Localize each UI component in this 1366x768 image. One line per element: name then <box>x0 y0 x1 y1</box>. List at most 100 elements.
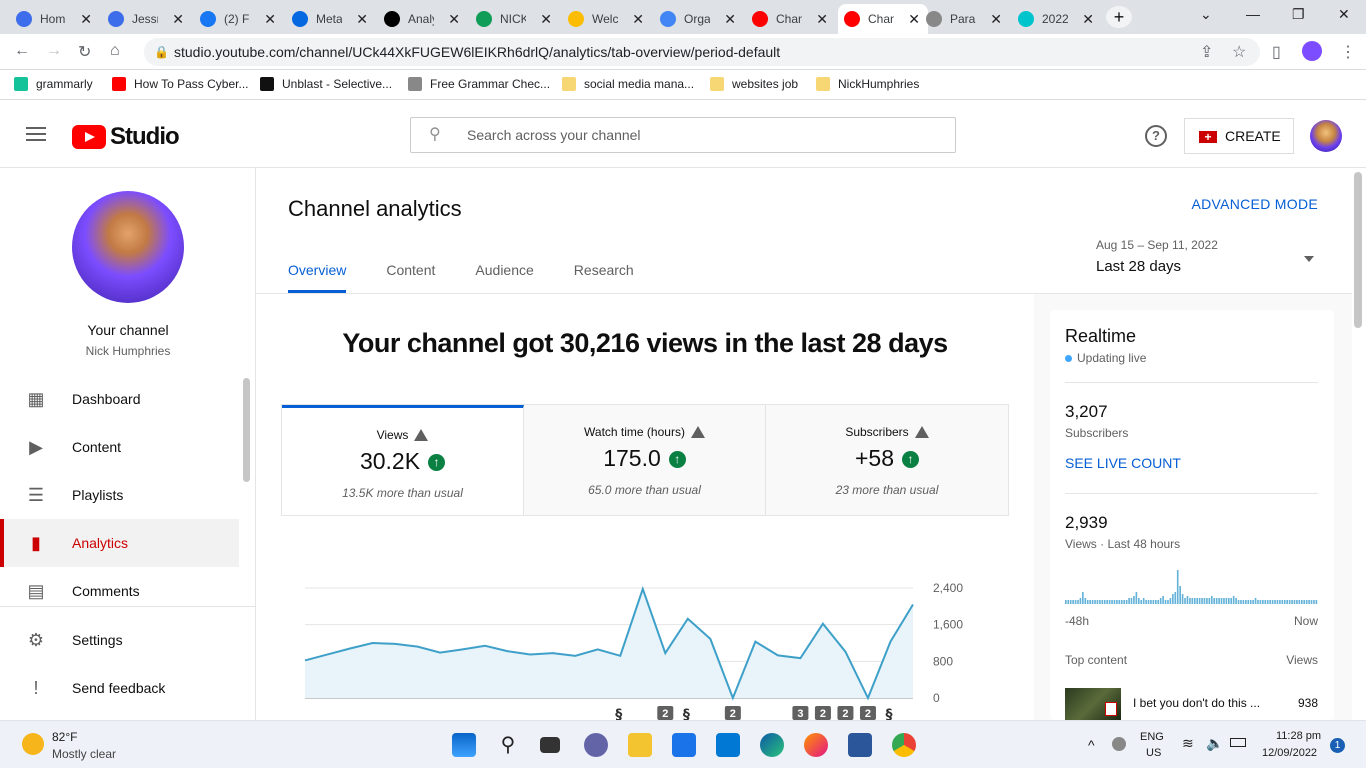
browser-tab[interactable]: Parap ✕ <box>920 4 1010 34</box>
sidebar-item-send-feedback[interactable]: ! Send feedback <box>0 664 239 712</box>
search-icon[interactable]: ⚲ <box>496 733 520 757</box>
word-icon[interactable] <box>848 733 872 757</box>
start-icon[interactable] <box>452 733 476 757</box>
firefox-icon[interactable] <box>804 733 828 757</box>
profile-avatar[interactable] <box>1302 41 1322 61</box>
realtime-bar[interactable] <box>1169 598 1172 604</box>
realtime-bar[interactable] <box>1305 600 1308 604</box>
tab-audience[interactable]: Audience <box>475 262 533 293</box>
sidebar-item-content[interactable]: ▶ Content <box>0 423 239 471</box>
realtime-bar[interactable] <box>1232 596 1235 604</box>
realtime-bar[interactable] <box>1315 600 1318 604</box>
realtime-bar[interactable] <box>1298 600 1301 604</box>
notification-badge[interactable]: 1 <box>1330 738 1345 753</box>
clock-date[interactable]: 12/09/2022 <box>1262 747 1317 759</box>
bookmark-item[interactable]: websites job <box>710 77 798 91</box>
clock-time[interactable]: 11:28 pm <box>1276 730 1321 742</box>
realtime-bar[interactable] <box>1252 600 1254 604</box>
channel-avatar[interactable] <box>72 191 184 303</box>
sidebar-item-settings[interactable]: ⚙ Settings <box>0 616 239 664</box>
realtime-bar[interactable] <box>1116 600 1118 604</box>
warning-icon[interactable] <box>690 426 705 438</box>
browser-tab[interactable]: Meta ✕ <box>286 4 376 34</box>
chevron-down-icon[interactable] <box>1304 256 1314 262</box>
browser-tab[interactable]: Orga ✕ <box>654 4 744 34</box>
new-tab-button[interactable]: + <box>1106 6 1132 28</box>
sidebar-item-dashboard[interactable]: ▦ Dashboard <box>0 375 239 423</box>
back-icon[interactable]: ← <box>14 42 30 60</box>
close-window-button[interactable]: ✕ <box>1338 6 1350 23</box>
realtime-bar[interactable] <box>1077 600 1079 604</box>
region[interactable]: US <box>1146 747 1161 759</box>
tab-content[interactable]: Content <box>386 262 435 293</box>
realtime-bar[interactable] <box>1133 596 1135 604</box>
realtime-bar[interactable] <box>1225 598 1228 604</box>
realtime-bar[interactable] <box>1072 600 1074 604</box>
realtime-bar[interactable] <box>1215 598 1218 604</box>
realtime-bar[interactable] <box>1237 600 1240 604</box>
realtime-bar[interactable] <box>1313 600 1315 604</box>
realtime-bar[interactable] <box>1210 596 1213 604</box>
store-icon[interactable] <box>716 733 740 757</box>
realtime-bar[interactable] <box>1162 596 1164 604</box>
realtime-bar[interactable] <box>1193 598 1196 604</box>
realtime-bar[interactable] <box>1118 600 1121 604</box>
bookmark-item[interactable]: Free Grammar Chec... <box>408 77 550 91</box>
close-tab-icon[interactable]: ✕ <box>990 11 1002 28</box>
realtime-bar[interactable] <box>1235 598 1237 604</box>
language[interactable]: ENG <box>1140 731 1164 743</box>
realtime-bar[interactable] <box>1218 598 1220 604</box>
realtime-bar[interactable] <box>1123 600 1126 604</box>
realtime-bar[interactable] <box>1125 600 1128 604</box>
top-video-title[interactable]: I bet you don't do this ... <box>1133 696 1260 710</box>
realtime-bar[interactable] <box>1186 596 1189 604</box>
realtime-bar[interactable] <box>1082 592 1084 604</box>
realtime-bar[interactable] <box>1245 600 1247 604</box>
realtime-bar[interactable] <box>1281 600 1284 604</box>
realtime-bar[interactable] <box>1065 600 1067 604</box>
browser-tab[interactable]: Jessr ✕ <box>102 4 192 34</box>
realtime-bar[interactable] <box>1167 600 1169 604</box>
realtime-bar[interactable] <box>1227 598 1230 604</box>
realtime-bar[interactable] <box>1094 600 1096 604</box>
browser-tab[interactable]: Chan ✕ <box>838 4 928 34</box>
realtime-bar[interactable] <box>1101 600 1104 604</box>
realtime-bar[interactable] <box>1079 598 1082 604</box>
shorts-icon[interactable]: § <box>683 707 690 720</box>
realtime-bar[interactable] <box>1140 600 1143 604</box>
wifi-icon[interactable]: ≋ <box>1182 735 1194 752</box>
realtime-bar[interactable] <box>1084 598 1087 604</box>
home-icon[interactable]: ⌂ <box>110 42 120 60</box>
realtime-bar[interactable] <box>1269 600 1271 604</box>
realtime-bar[interactable] <box>1213 598 1216 604</box>
account-avatar[interactable] <box>1310 120 1342 152</box>
realtime-bar[interactable] <box>1279 600 1281 604</box>
bookmark-item[interactable]: NickHumphries <box>816 77 919 91</box>
warning-icon[interactable] <box>914 426 929 438</box>
battery-icon[interactable] <box>1230 738 1246 747</box>
realtime-bar[interactable] <box>1174 592 1177 604</box>
main-scrollbar[interactable] <box>1354 172 1362 328</box>
realtime-bar[interactable] <box>1159 598 1162 604</box>
advanced-mode-button[interactable]: ADVANCED MODE <box>1191 196 1318 212</box>
video-thumbnail[interactable] <box>1065 688 1121 720</box>
realtime-bar[interactable] <box>1310 600 1313 604</box>
realtime-bar[interactable] <box>1106 600 1108 604</box>
realtime-bar[interactable] <box>1276 600 1279 604</box>
close-tab-icon[interactable]: ✕ <box>356 11 368 28</box>
close-tab-icon[interactable]: ✕ <box>172 11 184 28</box>
realtime-bar[interactable] <box>1120 600 1123 604</box>
realtime-bar[interactable] <box>1208 598 1211 604</box>
address-bar[interactable]: 🔒 studio.youtube.com/channel/UCk44XkFUGE… <box>144 38 1260 66</box>
browser-tab[interactable]: Welc ✕ <box>562 4 652 34</box>
menu-icon[interactable] <box>26 127 46 141</box>
tab-research[interactable]: Research <box>574 262 634 293</box>
realtime-bar[interactable] <box>1074 600 1077 604</box>
realtime-bar[interactable] <box>1164 600 1167 604</box>
file-explorer-icon[interactable] <box>628 733 652 757</box>
realtime-bar[interactable] <box>1271 600 1274 604</box>
realtime-bar[interactable] <box>1223 598 1225 604</box>
realtime-bar[interactable] <box>1172 594 1174 604</box>
browser-tab[interactable]: (2) Fa ✕ <box>194 4 284 34</box>
realtime-bar[interactable] <box>1291 600 1293 604</box>
